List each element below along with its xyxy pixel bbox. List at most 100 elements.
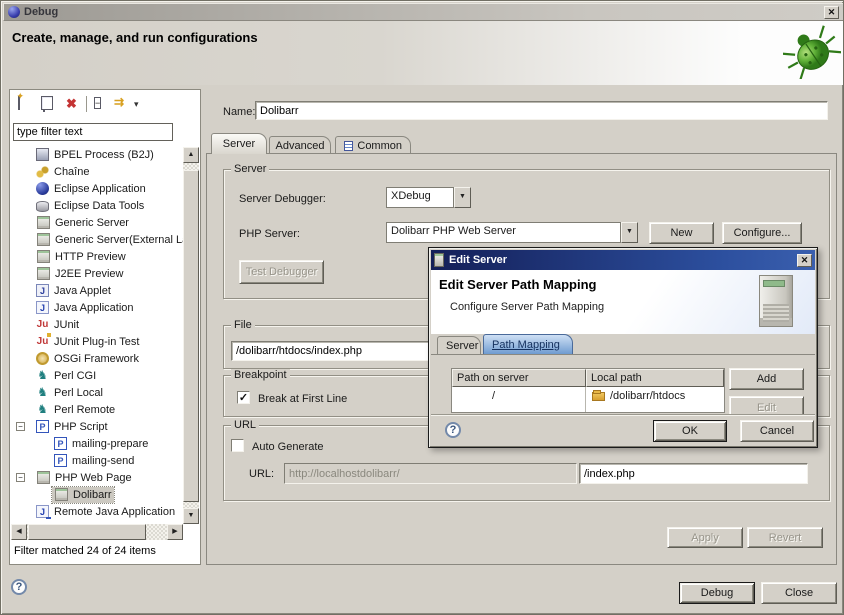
- tree-item-j2ee-preview[interactable]: J2EE Preview: [12, 265, 184, 282]
- auto-generate-label: Auto Generate: [252, 441, 324, 453]
- toolbar-menu-arrow[interactable]: ▾: [134, 99, 139, 110]
- php-script-icon: P: [54, 437, 67, 450]
- scroll-left-button[interactable]: ◀: [11, 524, 27, 540]
- dropdown-arrow-icon[interactable]: ▼: [621, 222, 638, 243]
- php-web-page-icon: [55, 488, 68, 501]
- column-header-local-path[interactable]: Local path: [586, 369, 724, 387]
- eclipse-logo-icon: [8, 6, 20, 18]
- dropdown-arrow-icon[interactable]: ▼: [454, 187, 471, 208]
- tree-item-chaine[interactable]: Chaîne: [12, 163, 184, 180]
- tree-item-generic-server-external[interactable]: Generic Server(External La: [12, 231, 184, 248]
- add-mapping-button[interactable]: Add: [729, 368, 804, 390]
- edit-mapping-button[interactable]: Edit: [729, 396, 804, 414]
- perl-icon: ♞: [36, 369, 49, 382]
- ok-button[interactable]: OK: [653, 420, 727, 442]
- revert-button[interactable]: Revert: [747, 527, 823, 548]
- tab-common[interactable]: Common: [335, 136, 411, 154]
- delete-configuration-button[interactable]: ✖: [66, 96, 77, 112]
- file-group-title: File: [231, 319, 255, 331]
- breakpoint-group-title: Breakpoint: [231, 369, 290, 381]
- tree-item-junit[interactable]: JuJUnit: [12, 316, 184, 333]
- tree-item-generic-server[interactable]: Generic Server: [12, 214, 184, 231]
- chain-icon: [36, 165, 49, 178]
- scroll-down-button[interactable]: ▼: [183, 508, 199, 524]
- path-mapping-row[interactable]: / /dolibarr/htdocs: [452, 387, 724, 405]
- filter-launch-configurations-button[interactable]: ⇉: [114, 95, 124, 109]
- collapse-all-button[interactable]: −: [94, 97, 101, 109]
- tree-item-remote-java-application[interactable]: JRemote Java Application: [12, 503, 184, 520]
- duplicate-configuration-button[interactable]: [43, 99, 45, 111]
- collapse-node-toggle[interactable]: −: [16, 473, 25, 482]
- tree-item-http-preview[interactable]: HTTP Preview: [12, 248, 184, 265]
- help-icon[interactable]: ?: [11, 579, 27, 595]
- configurations-sidebar: ✦ ✖ − ⇉ ▾ BPEL Process (B2J) Chaîne Ecli…: [9, 89, 201, 565]
- php-server-select[interactable]: Dolibarr PHP Web Server▼: [386, 222, 638, 243]
- filter-input[interactable]: [13, 123, 173, 141]
- tree-item-mailing-prepare[interactable]: Pmailing-prepare: [12, 435, 184, 452]
- new-server-button[interactable]: New: [649, 222, 714, 244]
- tab-server[interactable]: Server: [211, 133, 267, 154]
- common-tab-icon: [344, 141, 353, 151]
- url-group-title: URL: [231, 419, 259, 431]
- tree-item-mailing-send[interactable]: Pmailing-send: [12, 452, 184, 469]
- test-debugger-button[interactable]: Test Debugger: [239, 260, 324, 284]
- vertical-scroll-thumb[interactable]: [183, 170, 199, 502]
- tree-item-eclipse-application[interactable]: Eclipse Application: [12, 180, 184, 197]
- apply-button[interactable]: Apply: [667, 527, 743, 548]
- auto-generate-checkbox[interactable]: [231, 439, 244, 452]
- tree-item-junit-plugin-test[interactable]: JuJUnit Plug-in Test: [12, 333, 184, 350]
- dialog-button-bar: ? OK Cancel: [431, 414, 815, 447]
- dialog-header: Edit Server Path Mapping Configure Serve…: [431, 270, 815, 334]
- database-icon: [36, 201, 49, 212]
- dialog-close-button[interactable]: ✕: [797, 254, 812, 267]
- dialog-titlebar: Edit Server ✕: [431, 250, 815, 270]
- scroll-right-button[interactable]: ▶: [167, 524, 183, 540]
- tree-vertical-scrollbar[interactable]: ▲ ▼: [183, 147, 199, 524]
- tree-item-bpel-process[interactable]: BPEL Process (B2J): [12, 146, 184, 163]
- dialog-tab-server[interactable]: Server: [437, 336, 481, 354]
- debug-button[interactable]: Debug: [679, 582, 755, 604]
- horizontal-scroll-thumb[interactable]: [28, 524, 146, 540]
- tree-horizontal-scrollbar[interactable]: ◀ ▶: [11, 524, 183, 540]
- tree-item-osgi-framework[interactable]: OSGi Framework: [12, 350, 184, 367]
- perl-icon: ♞: [36, 386, 49, 399]
- dialog-help-icon[interactable]: ?: [445, 422, 461, 438]
- dialog-tab-path-mapping[interactable]: Path Mapping: [483, 334, 573, 354]
- tree-item-java-application[interactable]: JJava Application: [12, 299, 184, 316]
- filter-status-text: Filter matched 24 of 24 items: [14, 545, 194, 557]
- eclipse-application-icon: [36, 182, 49, 195]
- tree-item-perl-remote[interactable]: ♞Perl Remote: [12, 401, 184, 418]
- scroll-up-button[interactable]: ▲: [183, 147, 199, 163]
- configuration-name-input[interactable]: [255, 101, 828, 120]
- toolbar-separator: [86, 96, 87, 112]
- tree-item-perl-local[interactable]: ♞Perl Local: [12, 384, 184, 401]
- server-icon: [434, 253, 444, 267]
- tree-item-perl-cgi[interactable]: ♞Perl CGI: [12, 367, 184, 384]
- window-close-button[interactable]: ✕: [824, 6, 839, 19]
- configure-server-button[interactable]: Configure...: [722, 222, 802, 244]
- cancel-button[interactable]: Cancel: [740, 420, 814, 442]
- new-configuration-button[interactable]: ✦: [18, 97, 20, 109]
- tree-item-eclipse-data-tools[interactable]: Eclipse Data Tools: [12, 197, 184, 214]
- server-icon: [37, 250, 50, 263]
- column-header-path-on-server[interactable]: Path on server: [452, 369, 586, 387]
- tree-item-php-web-page[interactable]: −PHP Web Page: [12, 469, 184, 486]
- url-file-input[interactable]: [579, 463, 808, 484]
- tree-item-php-script[interactable]: −PPHP Script: [12, 418, 184, 435]
- junit-icon: Ju: [36, 318, 49, 331]
- server-debugger-select[interactable]: XDebug▼: [386, 187, 471, 208]
- tab-advanced[interactable]: Advanced: [269, 136, 331, 154]
- empty-table-row: [452, 405, 724, 412]
- java-application-icon: J: [36, 301, 49, 314]
- php-server-label: PHP Server:: [239, 228, 300, 240]
- break-first-line-checkbox[interactable]: ✓: [237, 391, 250, 404]
- window-titlebar: Debug ✕: [3, 3, 843, 21]
- tree-item-dolibarr[interactable]: Dolibarr: [12, 486, 184, 503]
- php-script-icon: P: [36, 420, 49, 433]
- collapse-node-toggle[interactable]: −: [16, 422, 25, 431]
- junit-plugin-icon: Ju: [36, 335, 49, 348]
- bpel-process-icon: [36, 148, 49, 161]
- name-label: Name:: [223, 106, 255, 118]
- close-button[interactable]: Close: [761, 582, 837, 604]
- tree-item-java-applet[interactable]: JJava Applet: [12, 282, 184, 299]
